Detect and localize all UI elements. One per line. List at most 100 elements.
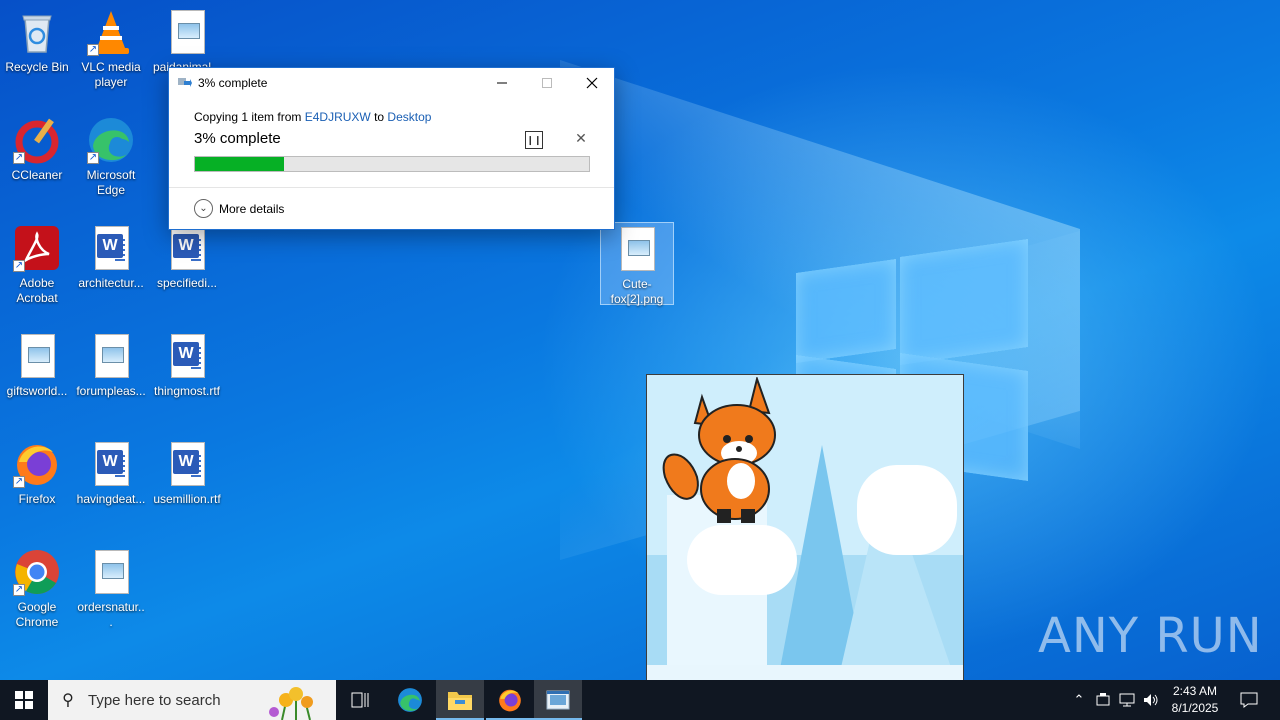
edge-icon <box>398 688 422 712</box>
icon-label: usemillion.rtf <box>153 492 221 506</box>
desktop-icon-paidanimal[interactable]: paidanimal... <box>150 8 224 75</box>
close-button[interactable] <box>569 68 615 98</box>
shortcut-arrow-icon: ↗ <box>87 152 99 164</box>
desktop-icon-cute-fox[interactable]: Cute-fox[2].png <box>600 222 674 306</box>
pause-button[interactable]: ❙❙ <box>525 131 543 149</box>
icon-label: Recycle Bin <box>5 60 69 74</box>
desktop-icon-forumpleas[interactable]: forumpleas... <box>74 332 148 399</box>
icon-label: forumpleas... <box>76 384 146 398</box>
copy-progress-bar <box>194 156 590 172</box>
icon-label: CCleaner <box>11 168 63 182</box>
desktop-icon-adobe-acrobat[interactable]: ↗ Adobe Acrobat <box>0 224 74 306</box>
shortcut-arrow-icon: ↗ <box>13 152 25 164</box>
desktop-icon-google-chrome[interactable]: ↗ Google Chrome <box>0 548 74 630</box>
word-doc-icon: W <box>87 224 135 272</box>
search-icon: ⚲ <box>62 692 74 709</box>
taskbar: ⚲ Type here to search ⌃ 2:43 AM 8/1/2025 <box>0 680 1280 720</box>
word-doc-icon: W <box>163 332 211 380</box>
more-details-label: More details <box>219 201 285 216</box>
maximize-icon <box>542 78 552 88</box>
firefox-icon: ↗ <box>13 440 61 488</box>
dialog-title: 3% complete <box>198 76 268 90</box>
more-details-toggle[interactable]: ⌄ More details <box>194 199 284 218</box>
notification-icon <box>1240 692 1258 708</box>
vlc-icon: ↗ <box>87 8 135 56</box>
tray-overflow-button[interactable]: ⌃ <box>1068 680 1090 720</box>
source-folder-link[interactable]: E4DJRUXW <box>305 110 371 124</box>
start-button[interactable] <box>0 680 48 720</box>
desktop-icon-specifiedi[interactable]: W specifiedi... <box>150 224 224 291</box>
icon-label: VLC media player <box>81 60 141 89</box>
network-icon <box>1119 693 1135 707</box>
chevron-down-icon: ⌄ <box>194 199 213 218</box>
ccleaner-icon: ↗ <box>13 116 61 164</box>
pause-icon: ❙❙ <box>526 134 542 145</box>
tray-device-icon-button[interactable] <box>1092 680 1114 720</box>
recycle-bin-icon <box>13 8 61 56</box>
progress-percent-text: 3% complete <box>194 130 281 147</box>
cancel-copy-button[interactable]: ✕ <box>574 130 588 148</box>
maximize-button[interactable] <box>524 68 570 98</box>
destination-folder-link[interactable]: Desktop <box>387 110 431 124</box>
close-icon <box>586 77 598 89</box>
desktop-icon-ordersnatur[interactable]: ordersnatur... <box>74 548 148 630</box>
dialog-titlebar[interactable]: 3% complete <box>169 68 614 98</box>
desktop-icon-firefox[interactable]: ↗ Firefox <box>0 440 74 507</box>
task-view-button[interactable] <box>336 680 384 720</box>
icon-label: giftsworld... <box>6 384 68 398</box>
word-doc-icon: W <box>163 224 211 272</box>
image-file-icon <box>87 548 135 596</box>
firefox-icon <box>499 689 521 712</box>
icon-label: Firefox <box>18 492 56 506</box>
desktop-icon-thingmost[interactable]: W thingmost.rtf <box>150 332 224 399</box>
minimize-icon <box>497 82 507 84</box>
fox-image-preview <box>646 374 964 692</box>
copy-progress-dialog: 3% complete Copying 1 item from E4DJRUXW… <box>168 67 615 230</box>
taskbar-firefox[interactable] <box>486 680 534 720</box>
minimize-button[interactable] <box>479 68 525 98</box>
icon-label: architectur... <box>78 276 144 290</box>
word-doc-icon: W <box>163 440 211 488</box>
search-placeholder: Type here to search <box>88 691 221 709</box>
chrome-icon: ↗ <box>13 548 61 596</box>
taskbar-clock[interactable]: 2:43 AM 8/1/2025 <box>1162 683 1228 717</box>
action-center-button[interactable] <box>1232 680 1266 720</box>
copy-prefix-text: Copying 1 item from <box>194 110 305 124</box>
chevron-up-icon: ⌃ <box>1073 692 1085 707</box>
progress-bar-fill <box>195 157 284 171</box>
image-file-icon <box>87 332 135 380</box>
desktop-icon-giftsworld[interactable]: giftsworld... <box>0 332 74 399</box>
clock-date: 8/1/2025 <box>1171 701 1219 715</box>
desktop-icon-havingdeat[interactable]: W havingdeat... <box>74 440 148 507</box>
taskbar-file-explorer[interactable] <box>436 680 484 720</box>
copy-description: Copying 1 item from E4DJRUXW to Desktop <box>194 110 431 124</box>
taskbar-edge[interactable] <box>386 680 434 720</box>
windows-start-icon <box>15 691 33 709</box>
shortcut-arrow-icon: ↗ <box>13 476 25 488</box>
anyrun-watermark: ANY RUN <box>1038 608 1263 664</box>
file-explorer-icon <box>448 692 472 710</box>
taskbar-image-viewer[interactable] <box>534 680 582 720</box>
to-text: to <box>370 110 388 124</box>
desktop-icon-vlc[interactable]: ↗ VLC media player <box>74 8 148 90</box>
word-doc-icon: W <box>87 440 135 488</box>
device-icon <box>1096 693 1110 706</box>
desktop-icon-ccleaner[interactable]: ↗ CCleaner <box>0 116 74 183</box>
icon-label: havingdeat... <box>76 492 146 506</box>
tray-volume-button[interactable] <box>1140 680 1162 720</box>
desktop-icon-architectur[interactable]: W architectur... <box>74 224 148 291</box>
search-highlight-flowers-icon <box>269 687 313 720</box>
icon-label: Adobe Acrobat <box>16 276 58 305</box>
taskbar-search-box[interactable]: ⚲ Type here to search <box>48 680 336 720</box>
shortcut-arrow-icon: ↗ <box>13 260 25 272</box>
icon-label: specifiedi... <box>156 276 218 290</box>
desktop-icon-usemillion[interactable]: W usemillion.rtf <box>150 440 224 507</box>
tray-network-button[interactable] <box>1116 680 1138 720</box>
acrobat-icon: ↗ <box>13 224 61 272</box>
desktop-icon-microsoft-edge[interactable]: ↗ Microsoft Edge <box>74 116 148 198</box>
image-file-icon <box>13 332 61 380</box>
edge-icon: ↗ <box>87 116 135 164</box>
desktop-icon-recycle-bin[interactable]: Recycle Bin <box>0 8 74 75</box>
image-viewer-icon <box>546 690 570 710</box>
fox-icon <box>662 377 776 523</box>
